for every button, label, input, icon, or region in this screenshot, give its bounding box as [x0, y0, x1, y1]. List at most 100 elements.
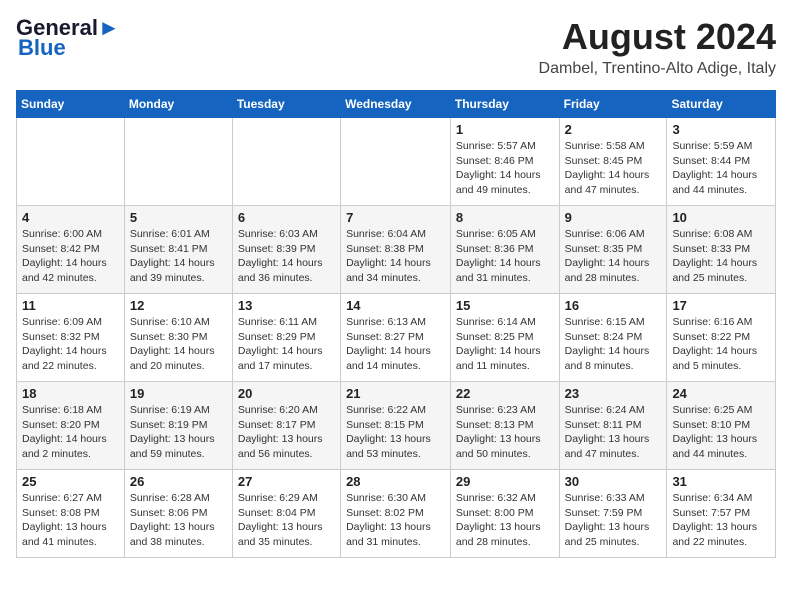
- calendar-cell: 21 Sunrise: 6:22 AMSunset: 8:15 PMDayligh…: [341, 382, 451, 470]
- day-number: 21: [346, 386, 445, 401]
- calendar-cell: [232, 118, 340, 206]
- day-number: 29: [456, 474, 554, 489]
- calendar-cell: 7 Sunrise: 6:04 AMSunset: 8:38 PMDaylight…: [341, 206, 451, 294]
- calendar-cell: 9 Sunrise: 6:06 AMSunset: 8:35 PMDaylight…: [559, 206, 667, 294]
- day-number: 14: [346, 298, 445, 313]
- day-number: 28: [346, 474, 445, 489]
- calendar-cell: 2 Sunrise: 5:58 AMSunset: 8:45 PMDaylight…: [559, 118, 667, 206]
- day-info: Sunrise: 5:57 AMSunset: 8:46 PMDaylight:…: [456, 139, 554, 198]
- day-info: Sunrise: 6:15 AMSunset: 8:24 PMDaylight:…: [565, 315, 662, 374]
- calendar-cell: 28Sunrise: 6:30 AMSunset: 8:02 PMDayligh…: [341, 470, 451, 558]
- day-info: Sunrise: 5:59 AMSunset: 8:44 PMDaylight:…: [672, 139, 770, 198]
- day-info: Sunrise: 6:01 AMSunset: 8:41 PMDaylight:…: [130, 227, 227, 286]
- day-info: Sunrise: 6:22 AMSunset: 8:15 PMDaylight:…: [346, 403, 445, 462]
- day-info: Sunrise: 6:34 AMSunset: 7:57 PMDaylight:…: [672, 491, 770, 550]
- calendar-cell: 16Sunrise: 6:15 AMSunset: 8:24 PMDayligh…: [559, 294, 667, 382]
- calendar-header-row: SundayMondayTuesdayWednesdayThursdayFrid…: [17, 91, 776, 118]
- day-number: 9: [565, 210, 662, 225]
- day-number: 26: [130, 474, 227, 489]
- day-number: 6: [238, 210, 335, 225]
- day-info: Sunrise: 5:58 AMSunset: 8:45 PMDaylight:…: [565, 139, 662, 198]
- logo: General► Blue: [16, 16, 120, 60]
- calendar-cell: 3Sunrise: 5:59 AMSunset: 8:44 PMDaylight…: [667, 118, 776, 206]
- calendar-cell: [341, 118, 451, 206]
- calendar-cell: 17 Sunrise: 6:16 AMSunset: 8:22 PMDayligh…: [667, 294, 776, 382]
- day-number: 7: [346, 210, 445, 225]
- calendar-week-row: 1 Sunrise: 5:57 AMSunset: 8:46 PMDaylight…: [17, 118, 776, 206]
- calendar-cell: 18 Sunrise: 6:18 AMSunset: 8:20 PMDayligh…: [17, 382, 125, 470]
- day-info: Sunrise: 6:16 AMSunset: 8:22 PMDaylight:…: [672, 315, 770, 374]
- day-info: Sunrise: 6:05 AMSunset: 8:36 PMDaylight:…: [456, 227, 554, 286]
- day-number: 24: [672, 386, 770, 401]
- calendar-cell: 13Sunrise: 6:11 AMSunset: 8:29 PMDayligh…: [232, 294, 340, 382]
- location-title: Dambel, Trentino-Alto Adige, Italy: [539, 60, 776, 78]
- day-of-week-header: Friday: [559, 91, 667, 118]
- day-info: Sunrise: 6:32 AMSunset: 8:00 PMDaylight:…: [456, 491, 554, 550]
- day-number: 15: [456, 298, 554, 313]
- calendar-week-row: 4 Sunrise: 6:00 AMSunset: 8:42 PMDaylight…: [17, 206, 776, 294]
- calendar-table: SundayMondayTuesdayWednesdayThursdayFrid…: [16, 90, 776, 558]
- day-number: 8: [456, 210, 554, 225]
- day-info: Sunrise: 6:27 AMSunset: 8:08 PMDaylight:…: [22, 491, 119, 550]
- calendar-cell: 30Sunrise: 6:33 AMSunset: 7:59 PMDayligh…: [559, 470, 667, 558]
- header: General► Blue August 2024 Dambel, Trenti…: [16, 16, 776, 78]
- day-number: 2: [565, 122, 662, 137]
- day-number: 22: [456, 386, 554, 401]
- day-number: 31: [672, 474, 770, 489]
- calendar-week-row: 18 Sunrise: 6:18 AMSunset: 8:20 PMDayligh…: [17, 382, 776, 470]
- calendar-cell: 14 Sunrise: 6:13 AMSunset: 8:27 PMDayligh…: [341, 294, 451, 382]
- calendar-cell: 12Sunrise: 6:10 AMSunset: 8:30 PMDayligh…: [124, 294, 232, 382]
- calendar-cell: 31 Sunrise: 6:34 AMSunset: 7:57 PMDayligh…: [667, 470, 776, 558]
- day-info: Sunrise: 6:09 AMSunset: 8:32 PMDaylight:…: [22, 315, 119, 374]
- day-info: Sunrise: 6:28 AMSunset: 8:06 PMDaylight:…: [130, 491, 227, 550]
- day-info: Sunrise: 6:04 AMSunset: 8:38 PMDaylight:…: [346, 227, 445, 286]
- day-number: 1: [456, 122, 554, 137]
- day-info: Sunrise: 6:06 AMSunset: 8:35 PMDaylight:…: [565, 227, 662, 286]
- day-of-week-header: Thursday: [450, 91, 559, 118]
- day-number: 20: [238, 386, 335, 401]
- calendar-cell: 25 Sunrise: 6:27 AMSunset: 8:08 PMDayligh…: [17, 470, 125, 558]
- month-title: August 2024: [539, 16, 776, 58]
- calendar-cell: [17, 118, 125, 206]
- day-number: 23: [565, 386, 662, 401]
- day-number: 17: [672, 298, 770, 313]
- calendar-cell: 29 Sunrise: 6:32 AMSunset: 8:00 PMDayligh…: [450, 470, 559, 558]
- calendar-week-row: 11 Sunrise: 6:09 AMSunset: 8:32 PMDayligh…: [17, 294, 776, 382]
- day-of-week-header: Sunday: [17, 91, 125, 118]
- calendar-cell: 27 Sunrise: 6:29 AMSunset: 8:04 PMDayligh…: [232, 470, 340, 558]
- day-number: 25: [22, 474, 119, 489]
- day-number: 5: [130, 210, 227, 225]
- day-of-week-header: Saturday: [667, 91, 776, 118]
- day-info: Sunrise: 6:13 AMSunset: 8:27 PMDaylight:…: [346, 315, 445, 374]
- calendar-body: 1 Sunrise: 5:57 AMSunset: 8:46 PMDaylight…: [17, 118, 776, 558]
- calendar-cell: 5 Sunrise: 6:01 AMSunset: 8:41 PMDaylight…: [124, 206, 232, 294]
- day-info: Sunrise: 6:29 AMSunset: 8:04 PMDaylight:…: [238, 491, 335, 550]
- day-number: 18: [22, 386, 119, 401]
- calendar-cell: 1 Sunrise: 5:57 AMSunset: 8:46 PMDaylight…: [450, 118, 559, 206]
- day-number: 19: [130, 386, 227, 401]
- day-info: Sunrise: 6:24 AMSunset: 8:11 PMDaylight:…: [565, 403, 662, 462]
- day-info: Sunrise: 6:33 AMSunset: 7:59 PMDaylight:…: [565, 491, 662, 550]
- day-number: 27: [238, 474, 335, 489]
- day-of-week-header: Wednesday: [341, 91, 451, 118]
- day-info: Sunrise: 6:00 AMSunset: 8:42 PMDaylight:…: [22, 227, 119, 286]
- calendar-cell: 8 Sunrise: 6:05 AMSunset: 8:36 PMDaylight…: [450, 206, 559, 294]
- day-info: Sunrise: 6:03 AMSunset: 8:39 PMDaylight:…: [238, 227, 335, 286]
- calendar-cell: [124, 118, 232, 206]
- day-info: Sunrise: 6:11 AMSunset: 8:29 PMDaylight:…: [238, 315, 335, 374]
- day-of-week-header: Tuesday: [232, 91, 340, 118]
- calendar-cell: 23 Sunrise: 6:24 AMSunset: 8:11 PMDayligh…: [559, 382, 667, 470]
- calendar-cell: 22 Sunrise: 6:23 AMSunset: 8:13 PMDayligh…: [450, 382, 559, 470]
- day-info: Sunrise: 6:18 AMSunset: 8:20 PMDaylight:…: [22, 403, 119, 462]
- day-number: 4: [22, 210, 119, 225]
- calendar-cell: 20 Sunrise: 6:20 AMSunset: 8:17 PMDayligh…: [232, 382, 340, 470]
- day-info: Sunrise: 6:14 AMSunset: 8:25 PMDaylight:…: [456, 315, 554, 374]
- day-info: Sunrise: 6:08 AMSunset: 8:33 PMDaylight:…: [672, 227, 770, 286]
- day-info: Sunrise: 6:20 AMSunset: 8:17 PMDaylight:…: [238, 403, 335, 462]
- calendar-cell: 24 Sunrise: 6:25 AMSunset: 8:10 PMDayligh…: [667, 382, 776, 470]
- day-info: Sunrise: 6:25 AMSunset: 8:10 PMDaylight:…: [672, 403, 770, 462]
- day-info: Sunrise: 6:23 AMSunset: 8:13 PMDaylight:…: [456, 403, 554, 462]
- day-number: 11: [22, 298, 119, 313]
- title-area: August 2024 Dambel, Trentino-Alto Adige,…: [539, 16, 776, 78]
- calendar-cell: 15 Sunrise: 6:14 AMSunset: 8:25 PMDayligh…: [450, 294, 559, 382]
